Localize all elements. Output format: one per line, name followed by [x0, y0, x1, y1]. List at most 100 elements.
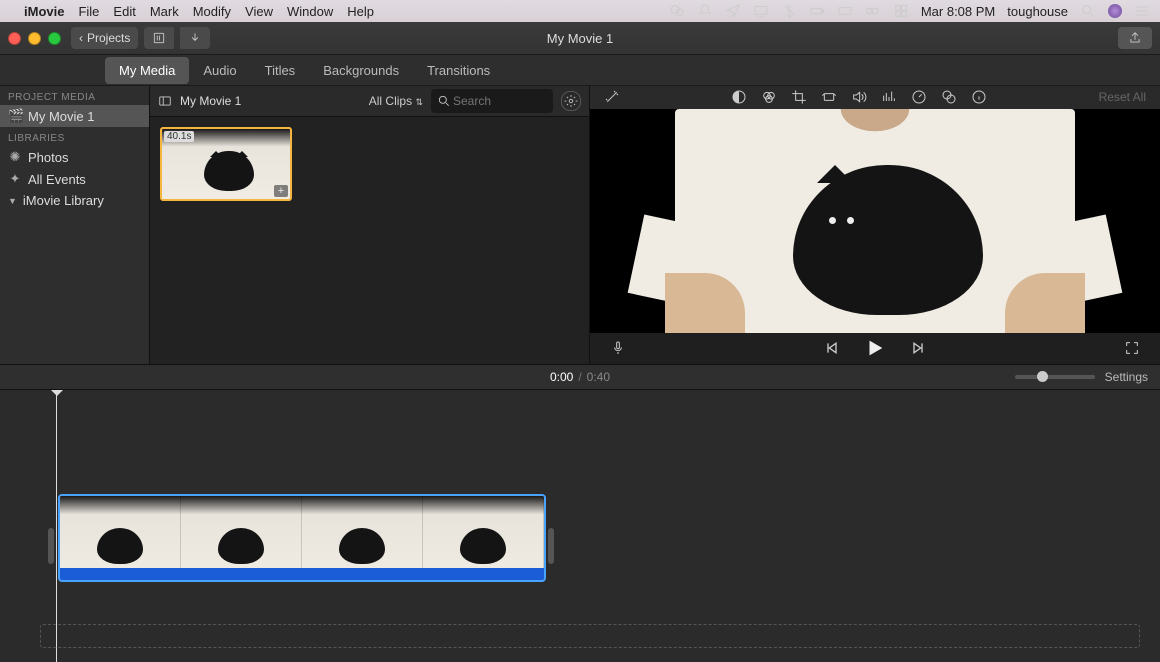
- timeline[interactable]: [0, 390, 1160, 662]
- menu-file[interactable]: File: [78, 4, 99, 19]
- sidebar-item-imovie-library[interactable]: ▼ iMovie Library: [0, 190, 149, 211]
- close-window-button[interactable]: [8, 32, 21, 45]
- color-balance-icon[interactable]: [731, 89, 747, 105]
- time-separator: /: [578, 370, 581, 384]
- project-media-header: PROJECT MEDIA: [0, 86, 149, 105]
- imovie-toolbar: ‹Projects My Movie 1: [0, 22, 1160, 55]
- menubar-clock[interactable]: Mar 8:08 PM: [921, 4, 995, 19]
- prev-frame-button[interactable]: [824, 340, 840, 356]
- share-button[interactable]: [1118, 27, 1152, 49]
- search-input[interactable]: [451, 93, 535, 109]
- voiceover-icon[interactable]: [610, 340, 626, 356]
- tab-titles[interactable]: Titles: [251, 57, 310, 84]
- siri-icon[interactable]: [1108, 4, 1122, 18]
- clip-filter-icon[interactable]: [941, 89, 957, 105]
- sidebar-item-label: My Movie 1: [28, 109, 94, 124]
- stabilization-icon[interactable]: [821, 89, 837, 105]
- search-field[interactable]: [431, 89, 553, 113]
- control-center-icon[interactable]: [893, 3, 909, 19]
- sidebar-item-label: Photos: [28, 150, 68, 165]
- current-time: 0:00: [550, 370, 573, 384]
- notification-center-icon[interactable]: [1134, 3, 1150, 19]
- gear-icon: [564, 94, 578, 108]
- noise-reduction-icon[interactable]: [881, 89, 897, 105]
- menu-modify[interactable]: Modify: [193, 4, 231, 19]
- projects-back-button[interactable]: ‹Projects: [71, 27, 138, 49]
- menu-window[interactable]: Window: [287, 4, 333, 19]
- display-icon[interactable]: [753, 3, 769, 19]
- window-controls: [8, 32, 61, 45]
- preview-pane: Reset All: [590, 86, 1160, 364]
- zoom-window-button[interactable]: [48, 32, 61, 45]
- disclosure-triangle-icon[interactable]: ▼: [8, 196, 17, 206]
- media-tabs: My Media Audio Titles Backgrounds Transi…: [0, 55, 1160, 86]
- menubar-user[interactable]: toughouse: [1007, 4, 1068, 19]
- tab-audio[interactable]: Audio: [189, 57, 250, 84]
- next-frame-button[interactable]: [910, 340, 926, 356]
- sidebar-item-all-events[interactable]: ✦ All Events: [0, 168, 149, 190]
- sidebar-item-project[interactable]: 🎬 My Movie 1: [0, 105, 149, 127]
- browser-header: My Movie 1 All Clips ⇅: [150, 86, 589, 117]
- libraries-header: LIBRARIES: [0, 127, 149, 146]
- clip-duration-badge: 40.1s: [164, 131, 194, 142]
- timeline-zoom-slider[interactable]: [1015, 375, 1095, 379]
- menu-view[interactable]: View: [245, 4, 273, 19]
- clip-trim-handle-left[interactable]: [48, 528, 54, 564]
- preview-toolbar: Reset All: [590, 86, 1160, 109]
- browser-settings-button[interactable]: [561, 91, 581, 111]
- minimize-window-button[interactable]: [28, 32, 41, 45]
- sidebar-item-label: iMovie Library: [23, 193, 104, 208]
- notification-icon[interactable]: [697, 3, 713, 19]
- preview-viewer[interactable]: [590, 109, 1160, 333]
- tab-my-media[interactable]: My Media: [105, 57, 189, 84]
- timeline-dropzone[interactable]: [40, 624, 1140, 648]
- volume-icon[interactable]: [851, 89, 867, 105]
- app-menu[interactable]: iMovie: [24, 4, 64, 19]
- sidebar-item-label: All Events: [28, 172, 86, 187]
- total-time: 0:40: [587, 370, 610, 384]
- time-display-bar: 0:00 / 0:40 Settings: [0, 364, 1160, 390]
- media-browser: My Movie 1 All Clips ⇅ 40.1s +: [150, 86, 590, 364]
- keyboard-icon[interactable]: [837, 3, 853, 19]
- add-clip-button[interactable]: +: [274, 185, 288, 197]
- star-icon: ✦: [8, 171, 22, 187]
- play-button[interactable]: [864, 337, 886, 359]
- clip-trim-handle-right[interactable]: [548, 528, 554, 564]
- menu-help[interactable]: Help: [347, 4, 374, 19]
- wechat-icon[interactable]: [669, 3, 685, 19]
- timeline-clip[interactable]: [58, 494, 546, 582]
- import-button[interactable]: [180, 27, 210, 49]
- enhance-wand-icon[interactable]: [604, 89, 620, 105]
- battery-icon[interactable]: [809, 3, 825, 19]
- tab-transitions[interactable]: Transitions: [413, 57, 504, 84]
- color-correction-icon[interactable]: [761, 89, 777, 105]
- preview-frame: [675, 109, 1075, 333]
- menu-mark[interactable]: Mark: [150, 4, 179, 19]
- clip-filter-dropdown[interactable]: All Clips ⇅: [369, 94, 423, 108]
- timeline-settings-button[interactable]: Settings: [1105, 370, 1148, 384]
- preview-controls: [590, 333, 1160, 365]
- browser-title: My Movie 1: [180, 94, 241, 108]
- sidebar-item-photos[interactable]: ✺ Photos: [0, 146, 149, 168]
- sidebar-toggle-icon[interactable]: [158, 94, 172, 108]
- charging-icon[interactable]: [865, 3, 881, 19]
- spotlight-icon[interactable]: [1080, 3, 1096, 19]
- library-sidebar: PROJECT MEDIA 🎬 My Movie 1 LIBRARIES ✺ P…: [0, 86, 150, 364]
- search-icon: [437, 94, 451, 108]
- clapper-icon: 🎬: [8, 108, 22, 124]
- fullscreen-button[interactable]: [1124, 340, 1140, 356]
- info-icon[interactable]: [971, 89, 987, 105]
- reset-all-button[interactable]: Reset All: [1099, 90, 1146, 104]
- clip-audio-track[interactable]: [60, 568, 544, 580]
- playhead[interactable]: [56, 394, 57, 662]
- media-clip-thumbnail[interactable]: 40.1s +: [160, 127, 292, 201]
- library-list-button[interactable]: [144, 27, 174, 49]
- crop-icon[interactable]: [791, 89, 807, 105]
- tab-backgrounds[interactable]: Backgrounds: [309, 57, 413, 84]
- system-menubar: iMovie File Edit Mark Modify View Window…: [0, 0, 1160, 22]
- flower-icon: ✺: [8, 149, 22, 165]
- bluetooth-icon[interactable]: [781, 3, 797, 19]
- location-icon[interactable]: [725, 3, 741, 19]
- speed-icon[interactable]: [911, 89, 927, 105]
- menu-edit[interactable]: Edit: [113, 4, 135, 19]
